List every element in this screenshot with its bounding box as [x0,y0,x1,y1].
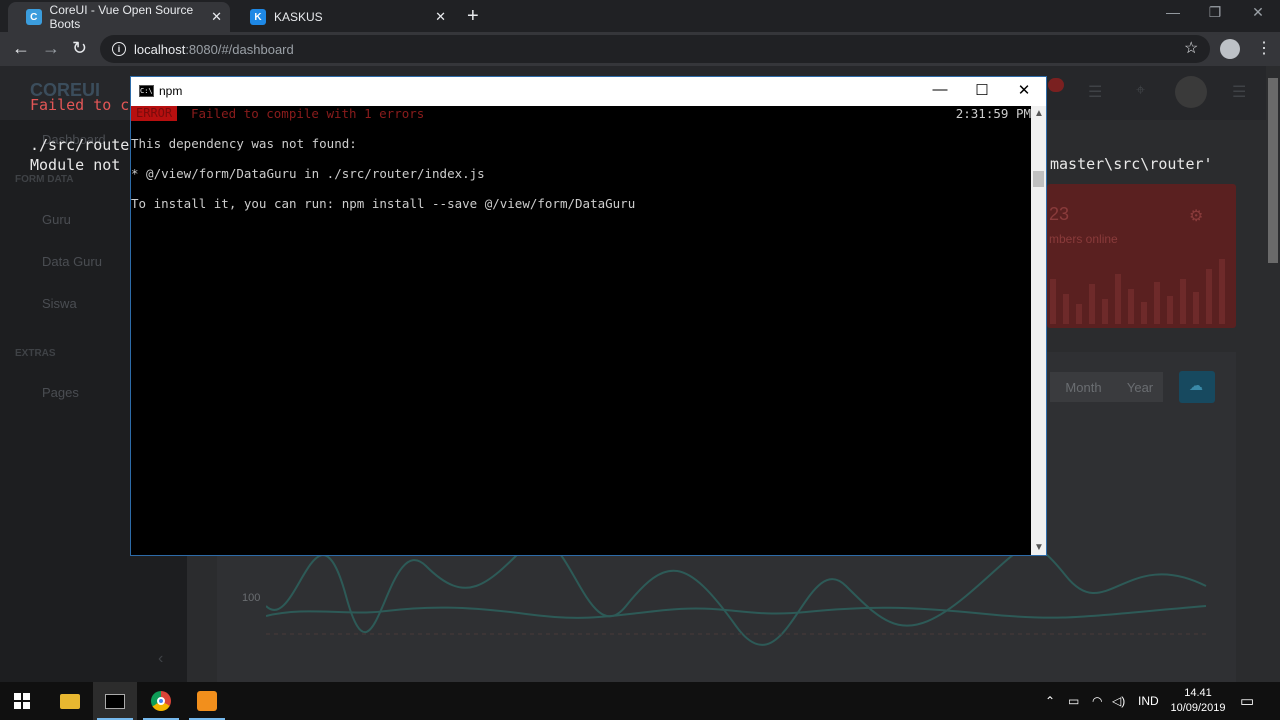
sublime-text-icon [197,691,217,711]
address-bar[interactable]: i localhost:8080/#/dashboard [100,35,1210,63]
start-button[interactable] [0,682,44,720]
error-overlay-title: Failed to c [30,96,130,114]
volume-icon[interactable]: ◁) [1112,682,1125,720]
console-line: * @/view/form/DataGuru in ./src/router/i… [131,166,485,181]
avatar[interactable] [1175,76,1207,108]
list-icon[interactable]: ☰ [1088,82,1102,102]
menu-icon[interactable]: ⋮ [1256,38,1272,58]
cmd-icon: C:\ [139,85,154,97]
minimize-icon[interactable]: — [1158,4,1188,20]
notification-icon[interactable]: ▭ [1240,682,1254,720]
chevron-up-icon[interactable]: ⌃ [1045,682,1055,720]
taskbar: ⌃ ▭ ◠ ◁) IND 14.41 10/09/2019 ▭ [0,682,1280,720]
minimize-icon[interactable]: — [925,81,955,98]
cloud-download-button[interactable]: ☁ [1179,371,1215,403]
location-icon[interactable]: ⌖ [1136,82,1145,100]
maximize-icon[interactable]: ☐ [967,81,997,99]
url-host: localhost [134,41,186,57]
sidebar-item-siswa[interactable]: Siswa [42,296,77,311]
segment-month[interactable]: Month [1050,372,1117,402]
console-output[interactable]: ERROR Failed to compile with 1 errors 2:… [131,106,1031,555]
profile-avatar-icon[interactable] [1220,39,1240,59]
kaskus-icon: K [250,9,266,25]
coreui-icon: C [26,9,42,25]
stat-card: 23 mbers online ⚙ [1047,184,1236,328]
tab-kaskus[interactable]: K KASKUS ✕ [232,2,454,32]
console-scroll-thumb[interactable] [1033,171,1044,187]
tab-title: CoreUI - Vue Open Source Boots [49,3,194,31]
bar-sparkline [1050,259,1225,324]
windows-icon [14,693,30,709]
chrome-taskbar-button[interactable] [139,682,183,720]
console-title: npm [159,84,183,98]
sidebar-section-extras: EXTRAS [15,348,56,359]
tab-title: KASKUS [274,10,323,24]
url-path: :8080/#/dashboard [185,41,294,57]
segment-year[interactable]: Year [1117,372,1163,402]
browser-tab-bar: C CoreUI - Vue Open Source Boots ✕ K KAS… [0,0,1280,32]
sublime-taskbar-button[interactable] [185,682,229,720]
console-line: This dependency was not found: [131,136,357,151]
bookmark-star-icon[interactable]: ☆ [1184,38,1198,58]
scroll-down-icon[interactable]: ▼ [1034,542,1044,553]
wifi-icon[interactable]: ◠ [1092,682,1102,720]
terminal-icon [105,693,125,709]
console-timestamp: 2:31:59 PM [955,106,1031,121]
tab-coreui[interactable]: C CoreUI - Vue Open Source Boots ✕ [8,2,230,32]
close-icon[interactable]: ✕ [211,9,222,25]
console-scrollbar[interactable]: ▲ ▼ [1031,106,1046,555]
cmd-taskbar-button[interactable] [93,682,137,720]
npm-console-window: C:\ npm — ☐ ✕ ERROR Failed to compile wi… [130,76,1047,556]
scrollbar-thumb[interactable] [1268,78,1278,263]
error-overlay-line: ./src/route [30,136,130,154]
info-icon[interactable]: i [112,42,126,56]
restore-icon[interactable]: ❐ [1200,4,1230,21]
error-message: Failed to compile with 1 errors [191,106,425,121]
hamburger-icon[interactable]: ☰ [1232,82,1246,102]
chrome-icon [151,691,171,711]
error-overlay-line: Module not [30,156,121,174]
notification-badge [1048,78,1064,92]
close-window-icon[interactable]: ✕ [1243,4,1273,21]
sidebar-item-guru[interactable]: Guru [42,212,71,227]
y-axis-tick: 100 [242,592,261,604]
close-icon[interactable]: ✕ [435,9,446,25]
forward-icon[interactable]: → [42,38,60,59]
language-indicator[interactable]: IND [1138,682,1159,720]
browser-toolbar: ← → ↻ i localhost:8080/#/dashboard ☆ ⋮ [0,32,1280,66]
battery-icon[interactable]: ▭ [1068,682,1079,720]
folder-icon [60,693,80,709]
close-icon[interactable]: ✕ [1009,81,1039,99]
sidebar-section-form: FORM DATA [15,174,74,185]
reload-icon[interactable]: ↻ [72,38,87,59]
sidebar-collapse-icon[interactable]: ‹ [158,650,163,668]
clock-date: 10/09/2019 [1170,702,1226,714]
sidebar-item-data-guru[interactable]: Data Guru [42,254,102,269]
clock-time: 14.41 [1184,687,1212,699]
console-line: To install it, you can run: npm install … [131,196,636,211]
scroll-up-icon[interactable]: ▲ [1034,108,1044,119]
file-explorer-button[interactable] [48,682,92,720]
back-icon[interactable]: ← [12,38,30,59]
sidebar-item-pages[interactable]: Pages [42,385,79,400]
page-scrollbar[interactable] [1266,66,1280,682]
error-badge: ERROR [131,106,178,121]
error-overlay-path: master\src\router' [1050,155,1213,173]
console-title-bar[interactable]: C:\ npm — ☐ ✕ [131,77,1046,106]
taskbar-clock[interactable]: 14.41 10/09/2019 [1168,686,1228,716]
cloud-download-icon: ☁ [1189,377,1203,393]
new-tab-button[interactable]: + [467,5,479,28]
